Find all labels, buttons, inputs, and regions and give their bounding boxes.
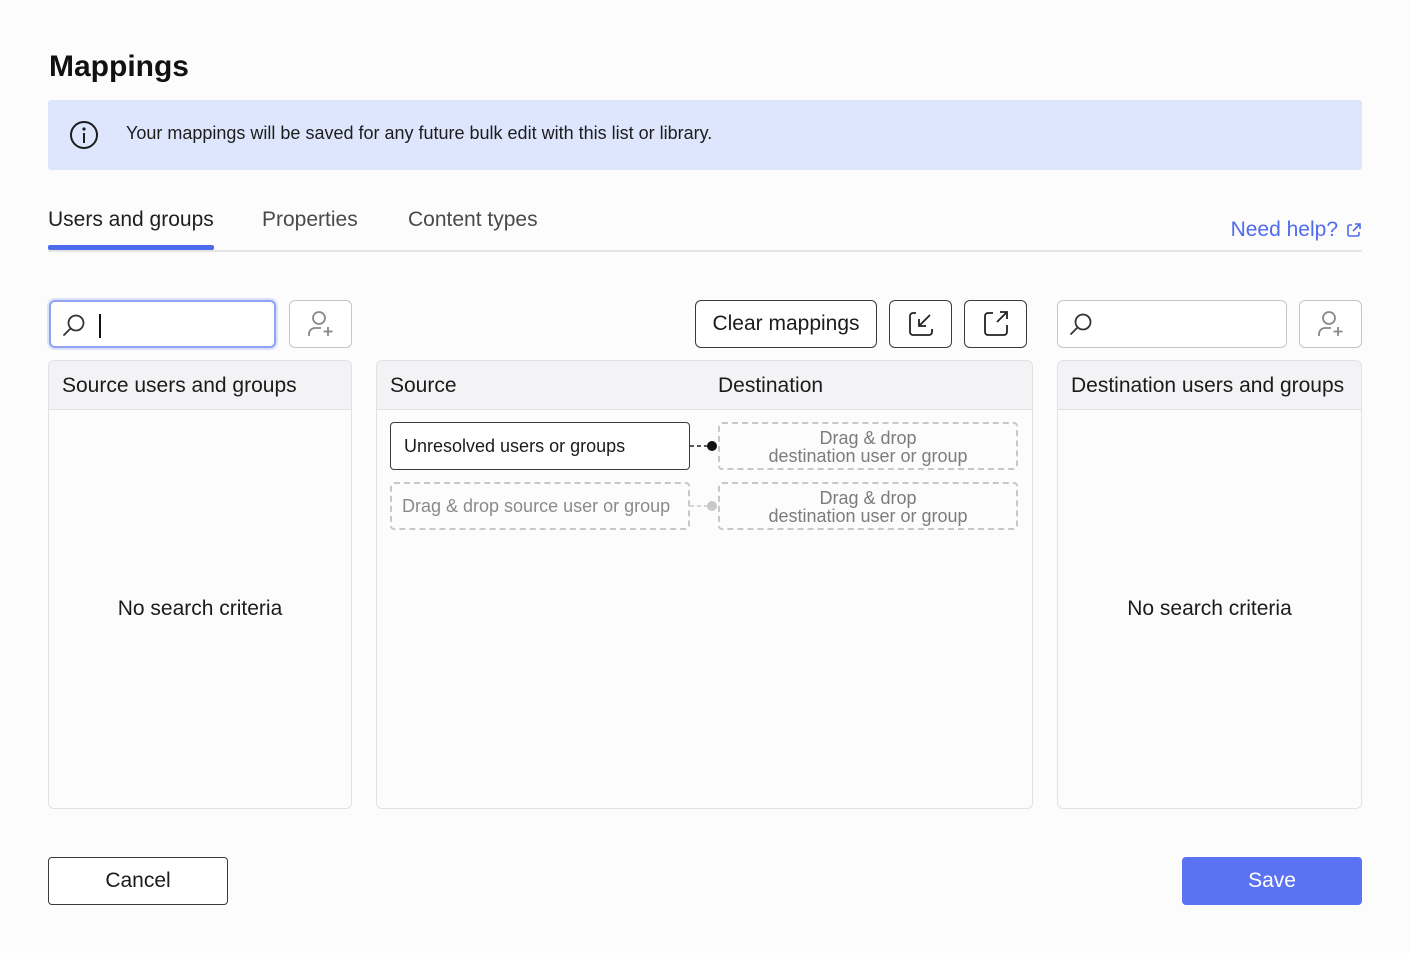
source-search-input[interactable] [49,300,276,348]
text-caret [99,314,101,338]
mapping-panel: Source Destination Unresolved users or g… [376,360,1033,809]
info-icon [70,121,98,149]
external-link-icon [1347,223,1361,237]
dropzone-line-2: destination user or group [768,506,968,526]
mapping-destination-dropzone[interactable]: Drag & drop destination user or group [718,422,1018,470]
add-user-icon [307,311,332,336]
destination-panel-header: Destination users and groups [1058,361,1361,410]
destination-panel-title: Destination users and groups [1071,374,1345,397]
destination-empty-message: No search criteria [1127,597,1292,620]
info-message: Your mappings will be saved for any futu… [126,123,713,143]
clear-mappings-button[interactable]: Clear mappings [695,300,877,348]
search-icon [1070,313,1092,335]
mapping-source-item[interactable]: Unresolved users or groups [390,422,690,470]
mapping-source-label: Unresolved users or groups [404,435,626,456]
destination-column-header: Destination [718,374,824,397]
source-column-header: Source [390,374,457,397]
tab-bar: Users and groups Properties Content type… [48,200,1362,252]
destination-users-panel: Destination users and groups No search c… [1057,360,1362,809]
source-users-panel: Source users and groups No search criter… [48,360,352,809]
need-help-label: Need help? [1230,218,1338,241]
tab-properties[interactable]: Properties [262,208,358,232]
add-destination-user-button[interactable] [1299,300,1362,348]
export-mappings-button[interactable] [964,300,1027,348]
mapping-destination-dropzone[interactable]: Drag & drop destination user or group [718,482,1018,530]
active-tab-indicator [48,245,214,250]
source-dropzone-label: Drag & drop source user or group [402,495,671,516]
dropzone-line-1: Drag & drop [819,488,917,508]
save-button[interactable]: Save [1182,857,1362,905]
cancel-button[interactable]: Cancel [48,857,228,905]
search-icon [63,314,85,336]
tab-users-and-groups[interactable]: Users and groups [48,208,214,232]
tab-content-types[interactable]: Content types [408,208,538,232]
add-user-icon [1317,311,1342,336]
dropzone-line-1: Drag & drop [819,428,917,448]
import-mappings-button[interactable] [889,300,952,348]
mapping-connector [690,441,717,451]
import-icon [908,312,933,336]
export-icon [983,311,1008,336]
destination-search-input[interactable] [1057,300,1287,348]
need-help-link[interactable]: Need help? [1231,218,1362,242]
source-panel-title: Source users and groups [62,374,297,397]
info-banner: Your mappings will be saved for any futu… [48,100,1362,170]
mapping-connector [690,501,717,511]
source-empty-message: No search criteria [117,597,283,620]
add-source-user-button[interactable] [289,300,352,348]
dialog-title: Mappings [49,50,189,83]
mapping-source-dropzone[interactable]: Drag & drop source user or group [390,482,690,530]
source-panel-header: Source users and groups [49,361,351,410]
dropzone-line-2: destination user or group [768,446,968,466]
mapping-panel-header: Source Destination [377,361,1032,410]
